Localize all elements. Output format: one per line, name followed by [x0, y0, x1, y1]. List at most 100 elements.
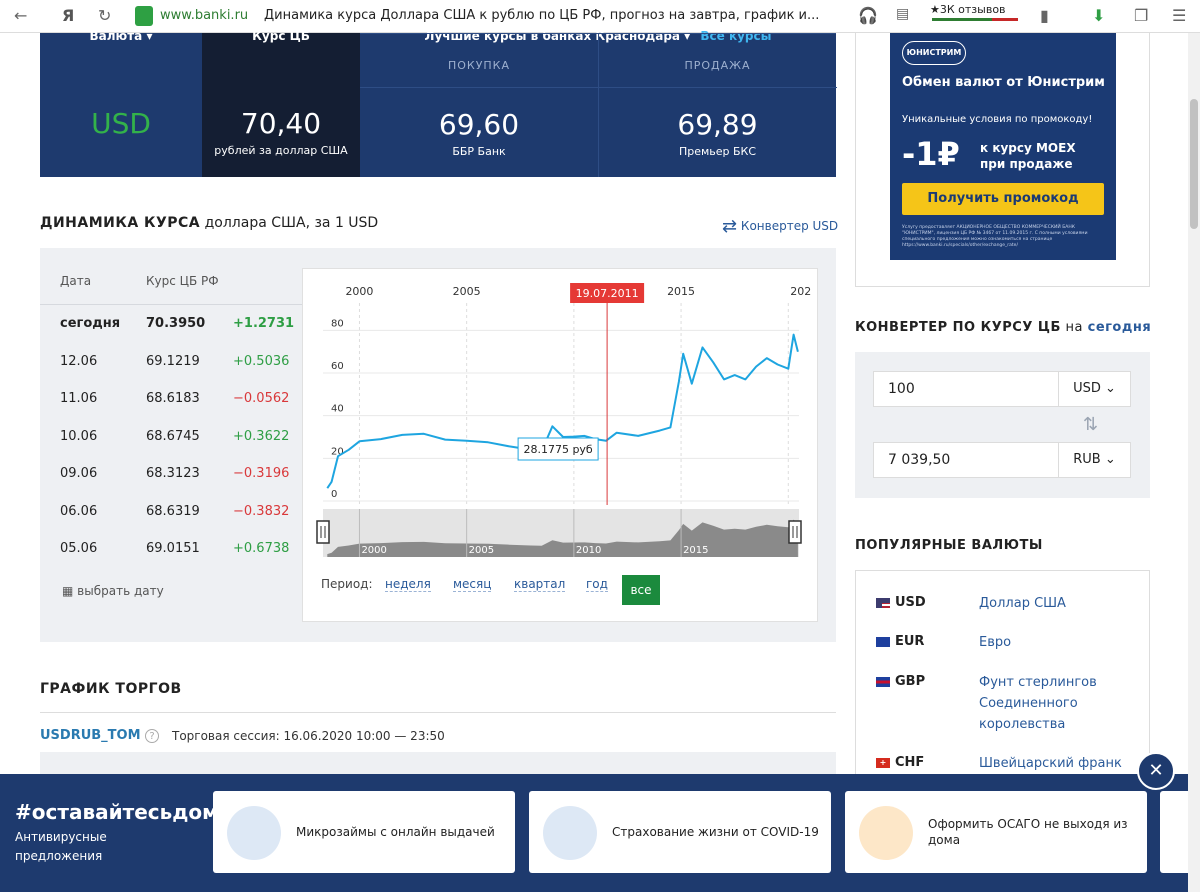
next-card-partial[interactable]	[1160, 791, 1188, 873]
swap-arrows-icon: ⇄	[722, 216, 738, 237]
unistream-logo: ЮНИСТРИМ	[902, 41, 966, 65]
currency-select[interactable]: Валюта ▾	[40, 29, 202, 49]
headphones-icon[interactable]: 🎧	[858, 6, 878, 25]
navigator-handle[interactable]	[316, 520, 330, 544]
period-month-button[interactable]: месяц	[453, 577, 492, 592]
dynamics-heading-bold: ДИНАМИКА КУРСА	[40, 215, 201, 231]
trade-chart-heading: ГРАФИК ТОРГОВ	[40, 681, 182, 697]
banner-hashtag: #оставайтесьдома	[15, 800, 233, 824]
currency-name-link[interactable]: Швейцарский франк	[979, 753, 1139, 774]
rate-header: Валюта ▾ USD Курс ЦБ 70,40 рублей за дол…	[40, 29, 837, 177]
ad-fine-print: Услугу предоставляет АКЦИОНЕРНОЕ ОБЩЕСТВ…	[902, 225, 1088, 248]
buy-rate-value: 69,60	[438, 108, 520, 141]
converter-result-field[interactable]: 7 039,50 RUB ⌄	[873, 442, 1131, 478]
cb-rate-tab[interactable]: Курс ЦБ	[202, 29, 360, 49]
currency-code: GBP	[895, 674, 926, 689]
table-row: 09.06 68.3123 −0.3196	[40, 466, 300, 503]
row-rate: 69.1219	[146, 353, 200, 369]
period-year-button[interactable]: год	[586, 577, 608, 592]
bookmark-icon[interactable]: ▮	[1040, 6, 1049, 25]
column-date-header: Дата	[60, 274, 92, 288]
converter-from-select[interactable]: USD ⌄	[1058, 372, 1130, 406]
doctor-mask-icon	[543, 806, 597, 860]
period-quarter-button[interactable]: квартал	[514, 577, 566, 592]
chevron-down-icon: ⌄	[1104, 452, 1116, 467]
reader-mode-icon[interactable]: ▤	[896, 6, 909, 22]
converter-usd-label[interactable]: Конвертер USD	[741, 219, 838, 233]
row-change: −0.0562	[233, 391, 290, 406]
y-tick-label: 0	[331, 489, 337, 500]
reload-icon[interactable]: ↻	[98, 6, 111, 25]
address-bar-host[interactable]: www.banki.ru	[160, 8, 248, 23]
y-tick-label: 80	[331, 318, 344, 329]
dynamics-heading: ДИНАМИКА КУРСА доллара США, за 1 USD	[40, 215, 378, 231]
page-scrollbar[interactable]	[1188, 33, 1200, 892]
row-date: 11.06	[60, 391, 98, 406]
row-change: +0.3622	[233, 428, 290, 444]
reviews-badge[interactable]: ★3К отзывов	[930, 3, 1006, 16]
currency-column: Валюта ▾ USD	[40, 29, 202, 177]
banner-subtitle: Антивирусные предложения	[15, 830, 107, 863]
converter-date-link[interactable]: сегодня	[1088, 320, 1152, 335]
uk-flag-icon	[876, 676, 890, 687]
divider	[599, 87, 837, 88]
address-bar-title[interactable]: Динамика курса Доллара США к рублю по ЦБ…	[264, 8, 819, 23]
osago-card[interactable]: Оформить ОСАГО не выходя из дома	[845, 791, 1147, 873]
row-rate: 68.6745	[146, 428, 200, 444]
buy-bank-link[interactable]: ББР Банк	[360, 145, 598, 158]
microloans-card[interactable]: Микрозаймы с онлайн выдачей	[213, 791, 515, 873]
rate-chart[interactable]: 2000 2005 2015 20202040608019.07.201128.177…	[303, 269, 819, 569]
chevron-down-icon: ⌄	[1105, 381, 1116, 396]
back-arrow-icon[interactable]: ←	[14, 6, 27, 25]
currency-name-link[interactable]: Евро	[979, 632, 1139, 653]
pick-date-label[interactable]: выбрать дату	[77, 584, 164, 598]
rate-series-line[interactable]	[326, 333, 799, 489]
currency-code: EUR	[895, 634, 925, 649]
trade-session-text: Торговая сессия: 16.06.2020 10:00 — 23:5…	[172, 729, 445, 743]
table-row: сегодня 70.3950 +1.2731	[40, 316, 300, 353]
navigator-handle[interactable]	[788, 520, 802, 544]
row-date: 06.06	[60, 503, 98, 519]
currency-name-link[interactable]: Доллар США	[979, 593, 1139, 614]
extensions-icon[interactable]: ❐	[1134, 6, 1148, 25]
period-week-button[interactable]: неделя	[385, 577, 431, 592]
close-banner-button[interactable]: ✕	[1137, 752, 1175, 790]
sell-column: ПРОДАЖА 69,89 Премьер БКС	[598, 33, 837, 177]
row-date: 05.06	[60, 541, 98, 556]
converter-usd-link[interactable]: ⇄ Конвертер USD	[722, 216, 838, 237]
converter-result-value[interactable]: 7 039,50	[888, 452, 950, 468]
converter-amount-field[interactable]: 100 USD ⌄	[873, 371, 1131, 407]
divider	[360, 87, 598, 88]
row-date: сегодня	[60, 316, 121, 331]
download-icon[interactable]: ⬇	[1092, 6, 1105, 25]
currency-name-link[interactable]: Фунт стерлингов Соединенного королевства	[979, 672, 1139, 735]
row-rate: 69.0151	[146, 541, 200, 556]
card-label: Оформить ОСАГО не выходя из дома	[928, 817, 1128, 847]
help-icon[interactable]: ?	[145, 728, 160, 743]
menu-icon[interactable]: ☰	[1172, 6, 1186, 25]
navigator-year-label: 2015	[683, 545, 708, 556]
trade-ticker-link[interactable]: USDRUB_TOM ?	[40, 728, 160, 743]
sell-label: ПРОДАЖА	[684, 59, 751, 72]
converter-amount-value[interactable]: 100	[888, 381, 915, 397]
yandex-logo-icon[interactable]: Я	[62, 6, 74, 25]
ad-discount-text: к курсу MOEX при продаже	[980, 141, 1076, 171]
converter-to-select[interactable]: RUB ⌄	[1058, 443, 1130, 477]
pick-date-link[interactable]: ▦ выбрать дату	[62, 584, 164, 598]
swap-vertical-icon[interactable]: ⇅	[1083, 414, 1098, 435]
cb-rate-caption: рублей за доллар США	[214, 144, 348, 157]
divider	[40, 712, 836, 713]
table-row: 06.06 68.6319 −0.3832	[40, 504, 300, 541]
period-label: Период:	[321, 577, 373, 591]
get-promocode-button[interactable]: Получить промокод	[902, 183, 1104, 215]
sell-bank-link[interactable]: Премьер БКС	[599, 145, 836, 158]
table-row: 05.06 69.0151 +0.6738	[40, 541, 300, 578]
y-tick-label: 40	[331, 404, 344, 415]
scrollbar-thumb[interactable]	[1190, 99, 1198, 229]
converter-panel: 100 USD ⌄ ⇅ 7 039,50 RUB ⌄	[855, 352, 1150, 498]
life-insurance-card[interactable]: Страхование жизни от COVID-19	[529, 791, 831, 873]
unistream-ad[interactable]: ЮНИСТРИМ Обмен валют от Юнистрим Уникаль…	[890, 33, 1116, 260]
period-all-button[interactable]: все	[622, 575, 660, 605]
trade-ticker-label[interactable]: USDRUB_TOM	[40, 728, 141, 743]
converter-to-label: RUB	[1073, 452, 1101, 467]
